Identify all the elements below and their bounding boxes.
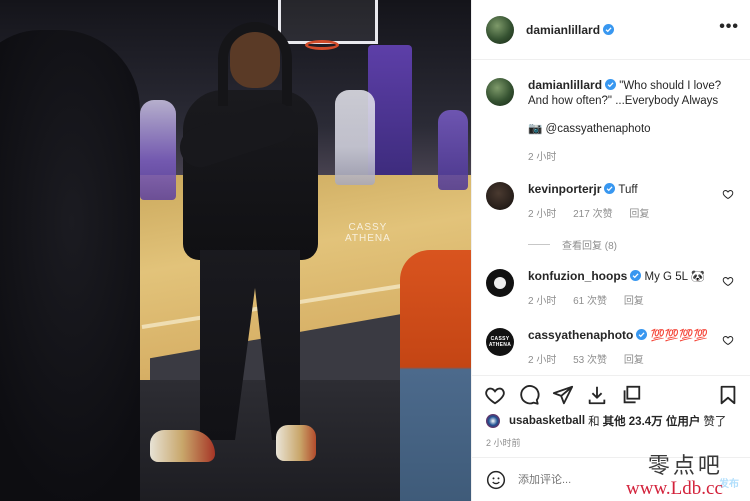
- verified-badge-icon: [604, 183, 616, 194]
- background-player: [335, 90, 375, 185]
- verified-badge-icon: [636, 329, 648, 340]
- comment-content: konfuzion_hoops My G 5L 🐼 2 小时 61 次赞 回复: [528, 269, 728, 309]
- add-comment-bar: 发布: [472, 457, 750, 501]
- comment-meta: 2 小时 61 次赞 回复: [528, 294, 728, 309]
- comment-meta: 2 小时 53 次赞 回复: [528, 353, 728, 368]
- comment-reply-button[interactable]: 回复: [624, 296, 644, 307]
- verified-badge-icon: [630, 270, 642, 281]
- subject-legs: [200, 250, 300, 440]
- likes-others-count[interactable]: 其他 23.4万 位用户: [603, 413, 701, 429]
- view-replies-link[interactable]: 查看回复 (8): [528, 237, 617, 252]
- comment-text: 💯💯💯💯: [650, 330, 708, 342]
- comments-list[interactable]: damianlillard "Who should I love? And ho…: [472, 60, 750, 375]
- liker-avatar: [486, 414, 500, 428]
- photo-watermark-line2: ATHENA: [345, 233, 391, 244]
- commenter-username[interactable]: cassyathenaphoto: [528, 328, 633, 342]
- caption-time: 2 小时: [528, 152, 557, 163]
- verified-badge-icon: [605, 79, 617, 90]
- background-player: [140, 100, 176, 200]
- comment-time: 2 小时: [528, 296, 557, 307]
- view-replies-label: 查看回复 (8): [562, 241, 617, 252]
- caption-content: damianlillard "Who should I love? And ho…: [528, 78, 728, 165]
- foreground-figure-right: [400, 250, 471, 501]
- commenter-avatar[interactable]: CASSY ATHENA: [486, 328, 514, 356]
- comment-like-count[interactable]: 61 次赞: [573, 296, 607, 307]
- comment-text: Tuff: [618, 184, 638, 196]
- post-side-panel: damianlillard ••• damianlillard "Who sho…: [471, 0, 750, 501]
- likes-liked: 赞了: [703, 416, 727, 428]
- comment-content: cassyathenaphoto 💯💯💯💯 2 小时 53 次赞 回复: [528, 328, 728, 368]
- background-player: [438, 110, 468, 190]
- caption-username[interactable]: damianlillard: [528, 78, 602, 92]
- emoji-smiley-icon[interactable]: [486, 470, 506, 490]
- download-icon[interactable]: [586, 384, 608, 406]
- comment-text: My G 5L 🐼: [644, 271, 706, 283]
- comment-like-heart-icon[interactable]: [722, 188, 734, 200]
- post-photo[interactable]: CASSY ATHENA: [0, 0, 471, 501]
- comment-reply-button[interactable]: 回复: [624, 355, 644, 366]
- comment-input[interactable]: [518, 473, 668, 486]
- commenter-avatar[interactable]: [486, 182, 514, 210]
- comment-like-heart-icon[interactable]: [722, 334, 734, 346]
- liker-username[interactable]: usabasketball: [509, 415, 585, 427]
- cassy-avatar-text: CASSY ATHENA: [488, 336, 512, 348]
- likes-and: 和: [588, 416, 600, 428]
- author-avatar[interactable]: [486, 15, 514, 44]
- photo-watermark-line1: CASSY: [348, 222, 388, 233]
- foreground-figure-left: [0, 30, 140, 501]
- post-comment-button[interactable]: 发布: [719, 475, 739, 490]
- share-paper-plane-icon[interactable]: [552, 384, 574, 406]
- post-time-ago: 2 小时前: [486, 438, 521, 448]
- comment-like-heart-icon[interactable]: [722, 275, 734, 287]
- likes-summary[interactable]: usabasketball 和 其他 23.4万 位用户 赞了: [486, 413, 726, 429]
- action-bar: [472, 375, 750, 415]
- author-username[interactable]: damianlillard: [526, 23, 600, 37]
- commenter-username[interactable]: konfuzion_hoops: [528, 269, 627, 283]
- copy-icon[interactable]: [620, 384, 642, 406]
- commenter-avatar[interactable]: [486, 269, 514, 297]
- verified-badge-icon: [603, 24, 615, 35]
- main-subject-person: [150, 20, 328, 480]
- comment-meta: 2 小时 217 次赞 回复: [528, 207, 728, 222]
- comment-like-count[interactable]: 217 次赞: [573, 209, 612, 220]
- caption-avatar[interactable]: [486, 78, 514, 106]
- photo-watermark: CASSY ATHENA: [345, 222, 391, 244]
- caption-credit[interactable]: 📷 @cassyathenaphoto: [528, 122, 728, 137]
- comment-reply-button[interactable]: 回复: [629, 209, 649, 220]
- comment-bubble-icon[interactable]: [518, 384, 540, 406]
- bookmark-icon[interactable]: [717, 384, 739, 406]
- replies-divider: [528, 244, 550, 245]
- subject-shoe-right: [276, 425, 316, 461]
- like-heart-icon[interactable]: [484, 384, 506, 406]
- more-options-icon[interactable]: •••: [719, 19, 739, 35]
- subject-shoe-left: [150, 430, 215, 462]
- comment-like-count[interactable]: 53 次赞: [573, 355, 607, 366]
- post-header: damianlillard •••: [472, 0, 750, 60]
- comment-time: 2 小时: [528, 209, 557, 220]
- comment-content: kevinporterjr Tuff 2 小时 217 次赞 回复: [528, 182, 728, 222]
- commenter-username[interactable]: kevinporterjr: [528, 182, 601, 196]
- subject-hood: [218, 22, 292, 106]
- comment-time: 2 小时: [528, 355, 557, 366]
